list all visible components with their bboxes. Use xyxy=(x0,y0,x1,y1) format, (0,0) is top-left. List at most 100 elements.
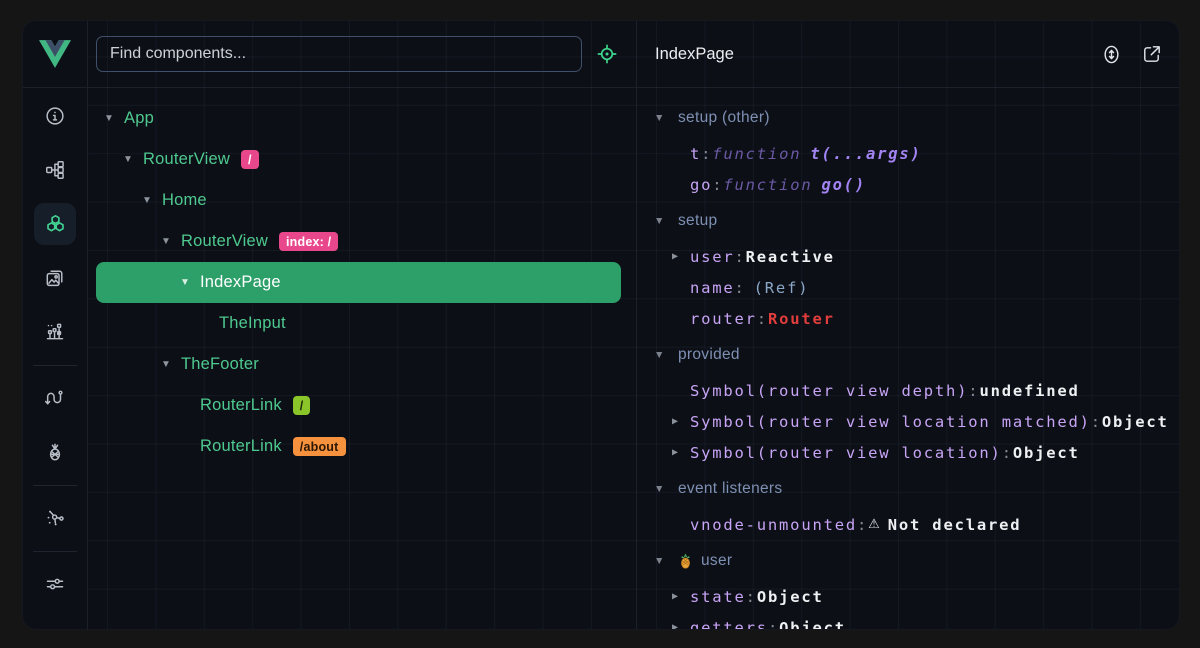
inspector-panel: IndexPage ▼setup (other)▶t : functiont( xyxy=(637,21,1179,629)
section-label: user xyxy=(701,552,732,570)
timeline-icon xyxy=(44,321,66,343)
tree-node-label: App xyxy=(124,109,154,128)
tree-node-routerview[interactable]: ▼RouterView/ xyxy=(96,139,621,180)
tree-node-label: RouterView xyxy=(181,232,268,251)
tree-node-app[interactable]: ▼ App xyxy=(96,98,621,139)
sidebar-nav xyxy=(23,88,87,617)
colon-separator: : xyxy=(968,382,979,400)
property-key: t xyxy=(690,145,701,163)
sidebar-item-settings[interactable] xyxy=(34,563,76,605)
vue-logo xyxy=(23,21,87,88)
colon-separator: : xyxy=(857,516,868,534)
inspector-section-setup: ▼setup▶user : Reactive▶name : (Ref)▶rout… xyxy=(654,205,1179,334)
function-signature: t(...args) xyxy=(810,145,921,163)
sidebar-divider xyxy=(33,365,77,366)
property-row[interactable]: ▶user : Reactive xyxy=(654,241,1179,272)
tree-node-indexpage[interactable]: ▼ IndexPage xyxy=(96,262,621,303)
sidebar-item-components[interactable] xyxy=(34,203,76,245)
expand-arrow-icon[interactable]: ▼ xyxy=(654,215,678,227)
expand-arrow-icon[interactable]: ▼ xyxy=(161,359,175,370)
expand-arrow-icon[interactable]: ▼ xyxy=(123,154,137,165)
sidebar-divider xyxy=(33,551,77,552)
property-row[interactable]: ▶getters : Object xyxy=(654,612,1179,629)
expand-arrow-icon[interactable]: ▼ xyxy=(180,277,194,288)
inspector-section-setup-other-: ▼setup (other)▶t : functiont(...args)▶go… xyxy=(654,102,1179,200)
target-icon xyxy=(595,42,619,66)
tree-node-routerview[interactable]: ▼ RouterView index: / xyxy=(96,221,621,262)
inspector-section-user: ▼ user▶state : Object▶getters : Object xyxy=(654,545,1179,629)
property-value: Object xyxy=(757,588,824,606)
hexagons-icon xyxy=(44,213,67,236)
search-input[interactable] xyxy=(96,36,582,72)
expand-arrow-icon[interactable]: ▶ xyxy=(672,416,690,427)
warning-icon: ⚠ xyxy=(868,517,880,532)
devtools-frame: ▼App▼RouterView/▼Home▼RouterViewindex: /… xyxy=(0,0,1200,648)
colon-separator: : xyxy=(768,619,779,630)
colon-separator: : xyxy=(1091,413,1102,431)
tree-node-routerlink[interactable]: ▼RouterLink/about xyxy=(96,426,621,467)
components-toolbar xyxy=(88,21,636,88)
expand-arrow-icon[interactable]: ▼ xyxy=(654,555,678,567)
sidebar-divider xyxy=(33,485,77,486)
section-header[interactable]: ▼provided xyxy=(654,339,1179,370)
route-badge: /about xyxy=(293,437,346,456)
section-header[interactable]: ▼setup xyxy=(654,205,1179,236)
sidebar-item-pinia[interactable] xyxy=(34,431,76,473)
route-badge: index: / xyxy=(279,232,338,251)
section-header[interactable]: ▼setup (other) xyxy=(654,102,1179,133)
expand-arrow-icon[interactable]: ▼ xyxy=(654,112,678,124)
tree-node-label: TheFooter xyxy=(181,355,259,374)
tree-icon xyxy=(44,159,66,181)
expand-arrow-icon[interactable]: ▶ xyxy=(672,251,690,262)
property-value: Object xyxy=(779,619,846,630)
tree-node-label: TheInput xyxy=(219,314,286,333)
expand-arrow-icon[interactable]: ▼ xyxy=(142,195,156,206)
colon-separator: : xyxy=(712,176,723,194)
expand-arrow-icon[interactable]: ▶ xyxy=(672,591,690,602)
expand-arrow-icon[interactable]: ▼ xyxy=(104,113,118,124)
info-icon xyxy=(44,105,66,127)
section-header[interactable]: ▼ user xyxy=(654,545,1179,576)
tree-node-theinput[interactable]: ▼TheInput xyxy=(96,303,621,344)
tree-node-label: IndexPage xyxy=(200,273,281,292)
colon-separator: : xyxy=(701,145,712,163)
section-label: provided xyxy=(678,346,740,364)
colon-separator: : xyxy=(735,248,746,266)
property-row: ▶router : Router xyxy=(654,303,1179,334)
component-tree: ▼App▼RouterView/▼Home▼RouterViewindex: /… xyxy=(88,88,636,629)
open-in-editor-icon[interactable] xyxy=(1140,43,1163,66)
pineapple-icon xyxy=(44,441,66,463)
tree-node-label: Home xyxy=(162,191,207,210)
tree-node-routerlink[interactable]: ▼RouterLink/ xyxy=(96,385,621,426)
property-row[interactable]: ▶Symbol(router view location matched) : … xyxy=(654,406,1179,437)
property-row[interactable]: ▶state : Object xyxy=(654,581,1179,612)
section-header[interactable]: ▼event listeners xyxy=(654,473,1179,504)
colon-separator: : xyxy=(746,588,757,606)
sidebar-item-assets[interactable] xyxy=(34,257,76,299)
property-row[interactable]: ▶Symbol(router view location) : Object xyxy=(654,437,1179,468)
expand-arrow-icon[interactable]: ▼ xyxy=(161,236,175,247)
property-key: Symbol(router view depth) xyxy=(690,382,968,400)
component-picker-button[interactable] xyxy=(595,42,619,66)
property-key: go xyxy=(690,176,712,194)
property-key: vnode-unmounted xyxy=(690,516,857,534)
sidebar-item-info[interactable] xyxy=(34,95,76,137)
expand-arrow-icon[interactable]: ▶ xyxy=(672,447,690,458)
expand-arrow-icon[interactable]: ▼ xyxy=(654,349,678,361)
sidebar-item-router[interactable] xyxy=(34,377,76,419)
section-label: setup (other) xyxy=(678,109,770,127)
tree-node-home[interactable]: ▼ Home xyxy=(96,180,621,221)
tree-node-thefooter[interactable]: ▼ TheFooter xyxy=(96,344,621,385)
inspector-title: IndexPage xyxy=(655,45,734,64)
sliders-icon xyxy=(44,573,66,595)
scroll-to-component-icon[interactable] xyxy=(1100,43,1123,66)
expand-arrow-icon[interactable]: ▼ xyxy=(654,483,678,495)
section-label: setup xyxy=(678,212,717,230)
sidebar xyxy=(23,21,88,629)
sidebar-item-component-tree[interactable] xyxy=(34,149,76,191)
inspector-section-event-listeners: ▼event listeners▶vnode-unmounted : ⚠Not … xyxy=(654,473,1179,540)
expand-arrow-icon[interactable]: ▶ xyxy=(672,622,690,629)
sidebar-item-graph[interactable] xyxy=(34,497,76,539)
property-key: getters xyxy=(690,619,768,630)
sidebar-item-timeline[interactable] xyxy=(34,311,76,353)
